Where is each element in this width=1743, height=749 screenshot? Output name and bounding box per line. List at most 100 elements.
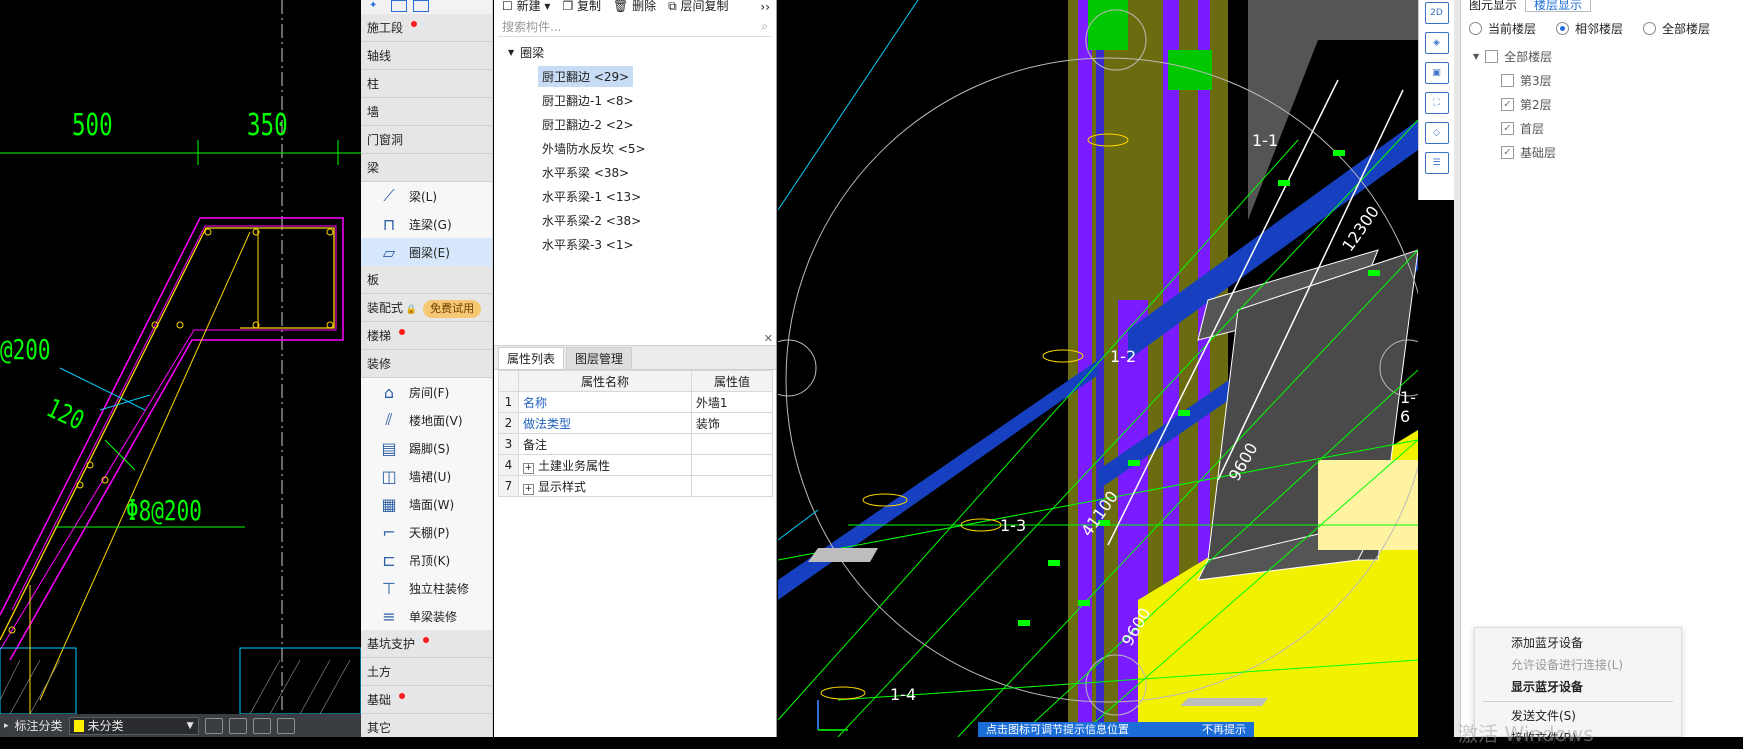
property-value-cell[interactable] — [690, 454, 774, 476]
display-settings-icon[interactable]: ☰ — [1424, 152, 1449, 174]
collapse-icon[interactable]: ▼ — [508, 48, 514, 57]
property-name: 土建业务属性 — [538, 458, 611, 473]
tree-node[interactable]: 厨卫翻边-2 <2> — [494, 112, 776, 136]
floor-scope-radio[interactable]: 相邻楼层 — [1556, 20, 1623, 37]
floor-checkbox[interactable] — [1501, 73, 1514, 87]
expand-icon[interactable]: + — [523, 462, 534, 474]
copy-label: 复制 — [577, 0, 602, 13]
category-label: 施工段 — [367, 21, 404, 35]
tree-node[interactable]: 水平系梁-1 <13> — [494, 184, 776, 208]
category-item-decor_items-1[interactable]: ⫽ 楼地面(V) — [361, 406, 492, 434]
copy-icon[interactable] — [252, 717, 271, 734]
floor-scope-radio[interactable]: 当前楼层 — [1469, 20, 1536, 37]
tree-node[interactable]: 水平系梁-2 <38> — [494, 208, 776, 232]
copy-button[interactable]: ❐ 复制 — [562, 0, 601, 14]
isolate-view-icon[interactable]: ◇ — [1424, 122, 1449, 144]
floor-checkbox[interactable]: ✓ — [1501, 97, 1514, 111]
category-item-decor_items-3[interactable]: ◫ 墙裙(U) — [361, 462, 492, 490]
property-value-cell[interactable] — [690, 433, 774, 455]
floor-row[interactable]: ✓ 第2层 — [1461, 92, 1743, 116]
tree-node[interactable]: 水平系梁 <38> — [494, 160, 776, 184]
fit-view-icon[interactable]: ⛶ — [1424, 92, 1449, 114]
3d-model-viewport[interactable]: 1-1 1-2 1-3 1-4 1-6 12300 9600 41100 960… — [778, 0, 1418, 737]
delete-button[interactable]: 🗑 删除 — [613, 0, 656, 14]
category-item-decor_items-5[interactable]: ⌐ 天棚(P) — [361, 518, 492, 546]
tab-floor-display[interactable]: 楼层显示 — [1525, 0, 1592, 12]
category-sections3-0[interactable]: 基坑支护 — [361, 630, 492, 658]
category-sections-2[interactable]: 柱 — [361, 70, 492, 98]
annotation-category-select[interactable]: 未分类 ▼ — [68, 716, 199, 735]
component-search-input[interactable]: 搜索构件... ⌕ — [498, 17, 772, 37]
property-row[interactable]: 3 备注 — [498, 433, 774, 455]
property-value-cell[interactable]: 外墙1 — [690, 391, 774, 413]
tree-node[interactable]: 水平系梁-3 <1> — [494, 232, 776, 256]
context-menu-item[interactable]: 添加蓝牙设备 — [1475, 632, 1681, 654]
property-row[interactable]: 4 + 土建业务属性 — [498, 454, 774, 476]
property-value-cell[interactable]: 装饰 — [690, 412, 774, 434]
category-item-decor_items-6[interactable]: ⊏ 吊顶(K) — [361, 546, 492, 574]
solid-cube-icon[interactable]: ▣ — [1424, 62, 1449, 84]
category-sections3-1[interactable]: 土方 — [361, 658, 492, 686]
cad-drawing-viewport[interactable]: 500 350 @200 120 Φ8@200 — [0, 0, 361, 737]
property-row[interactable]: 2 做法类型 装饰 — [498, 412, 774, 434]
tab-element-display[interactable]: 图元显示 — [1461, 0, 1525, 12]
tab-property-list[interactable]: 属性列表 — [498, 347, 565, 369]
floor-scope-radio[interactable]: 全部楼层 — [1643, 20, 1710, 37]
category-sections-1[interactable]: 轴线 — [361, 42, 492, 70]
category-item-beam_items-2[interactable]: ▱ 圈梁(E) — [361, 238, 492, 266]
category-item-decor_items-8[interactable]: ≡ 单梁装修 — [361, 602, 492, 630]
tree-root-ring-beam[interactable]: ▼ 圈梁 — [494, 40, 776, 64]
floor-copy-button[interactable]: ⧉ 层间复制 — [668, 0, 728, 14]
category-sections-3[interactable]: 墙 — [361, 98, 492, 126]
close-icon[interactable]: ✕ — [764, 332, 773, 345]
category-sections2-1[interactable]: 装配式 🔒 免费试用 — [361, 294, 492, 322]
category-item-decor_items-0[interactable]: ⌂ 房间(F) — [361, 378, 492, 406]
expand-icon[interactable]: + — [523, 483, 534, 495]
category-sections3-2[interactable]: 基础 — [361, 686, 492, 714]
tab-layer-management[interactable]: 图层管理 — [566, 347, 633, 369]
view-3d-cube-icon[interactable]: ◈ — [1424, 32, 1449, 54]
view-2d-button[interactable]: 2D — [1424, 2, 1449, 24]
category-sections2-3[interactable]: 装修 — [361, 350, 492, 378]
floor-row[interactable]: ✓ 首层 — [1461, 116, 1743, 140]
tree-node[interactable]: 厨卫翻边-1 <8> — [494, 88, 776, 112]
all-floors-checkbox[interactable] — [1485, 49, 1499, 63]
category-item-beam_items-0[interactable]: ⟋ 梁(L) — [361, 182, 492, 210]
category-sections2-0[interactable]: 板 — [361, 266, 492, 294]
edit-icon[interactable] — [204, 717, 223, 734]
collapse-icon[interactable]: ▼ — [1473, 52, 1479, 61]
property-value-cell[interactable] — [690, 475, 774, 497]
property-row[interactable]: 1 名称 外墙1 — [498, 391, 774, 413]
category-label: 基坑支护 — [367, 637, 416, 651]
grid-view-icon[interactable] — [413, 0, 429, 12]
category-item-decor_items-4[interactable]: ▦ 墙面(W) — [361, 490, 492, 518]
context-menu-item[interactable]: 显示蓝牙设备 — [1475, 676, 1681, 698]
category-label: 其它 — [367, 721, 392, 735]
category-item-decor_items-2[interactable]: ▤ 踢脚(S) — [361, 434, 492, 462]
category-sections-5[interactable]: 梁 — [361, 154, 492, 182]
category-sections3-3[interactable]: 其它 — [361, 714, 492, 737]
category-sections-0[interactable]: 施工段 — [361, 14, 492, 42]
list-view-icon[interactable] — [391, 0, 407, 12]
tree-node[interactable]: 厨卫翻边 <29> — [494, 64, 776, 88]
category-item-decor_items-7[interactable]: ⊤ 独立柱装修 — [361, 574, 492, 602]
category-sections2-2[interactable]: 楼梯 — [361, 322, 492, 350]
pin-icon[interactable]: ✦ — [369, 0, 385, 12]
floor-row[interactable]: ✓ 基础层 — [1461, 140, 1743, 164]
floor-checkbox[interactable]: ✓ — [1501, 145, 1514, 159]
category-sections-4[interactable]: 门窗洞 — [361, 126, 492, 154]
caret-icon[interactable]: ▸ — [4, 721, 9, 731]
more-icon[interactable]: ›› — [760, 0, 776, 14]
search-icon[interactable]: ⌕ — [761, 19, 768, 34]
duplicate-icon[interactable] — [276, 717, 295, 734]
property-row[interactable]: 7 + 显示样式 — [498, 475, 774, 497]
all-floors-row[interactable]: ▼ 全部楼层 — [1461, 44, 1743, 68]
category-item-beam_items-1[interactable]: ⊓ 连梁(G) — [361, 210, 492, 238]
floor-checkbox[interactable]: ✓ — [1501, 121, 1514, 135]
dont-show-again-link[interactable]: 不再提示 — [1202, 722, 1246, 737]
free-trial-badge[interactable]: 免费试用 — [423, 300, 482, 318]
move-icon[interactable] — [228, 717, 247, 734]
floor-row[interactable]: 第3层 — [1461, 68, 1743, 92]
new-button[interactable]: ☐ 新建 ▾ — [502, 0, 550, 14]
tree-node[interactable]: 外墙防水反坎 <5> — [494, 136, 776, 160]
